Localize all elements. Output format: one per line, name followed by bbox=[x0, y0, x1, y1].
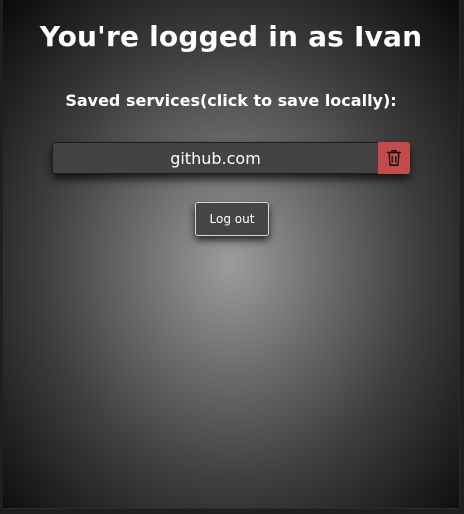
service-name-button[interactable]: github.com bbox=[52, 142, 378, 174]
logout-button[interactable]: Log out bbox=[195, 202, 269, 236]
service-item: github.com bbox=[52, 142, 410, 174]
page-title: You're logged in as Ivan bbox=[39, 20, 423, 53]
delete-service-button[interactable] bbox=[378, 142, 410, 174]
popup-panel: You're logged in as Ivan Saved services(… bbox=[3, 0, 460, 509]
trash-icon bbox=[387, 150, 401, 166]
saved-services-heading: Saved services(click to save locally): bbox=[65, 91, 397, 110]
